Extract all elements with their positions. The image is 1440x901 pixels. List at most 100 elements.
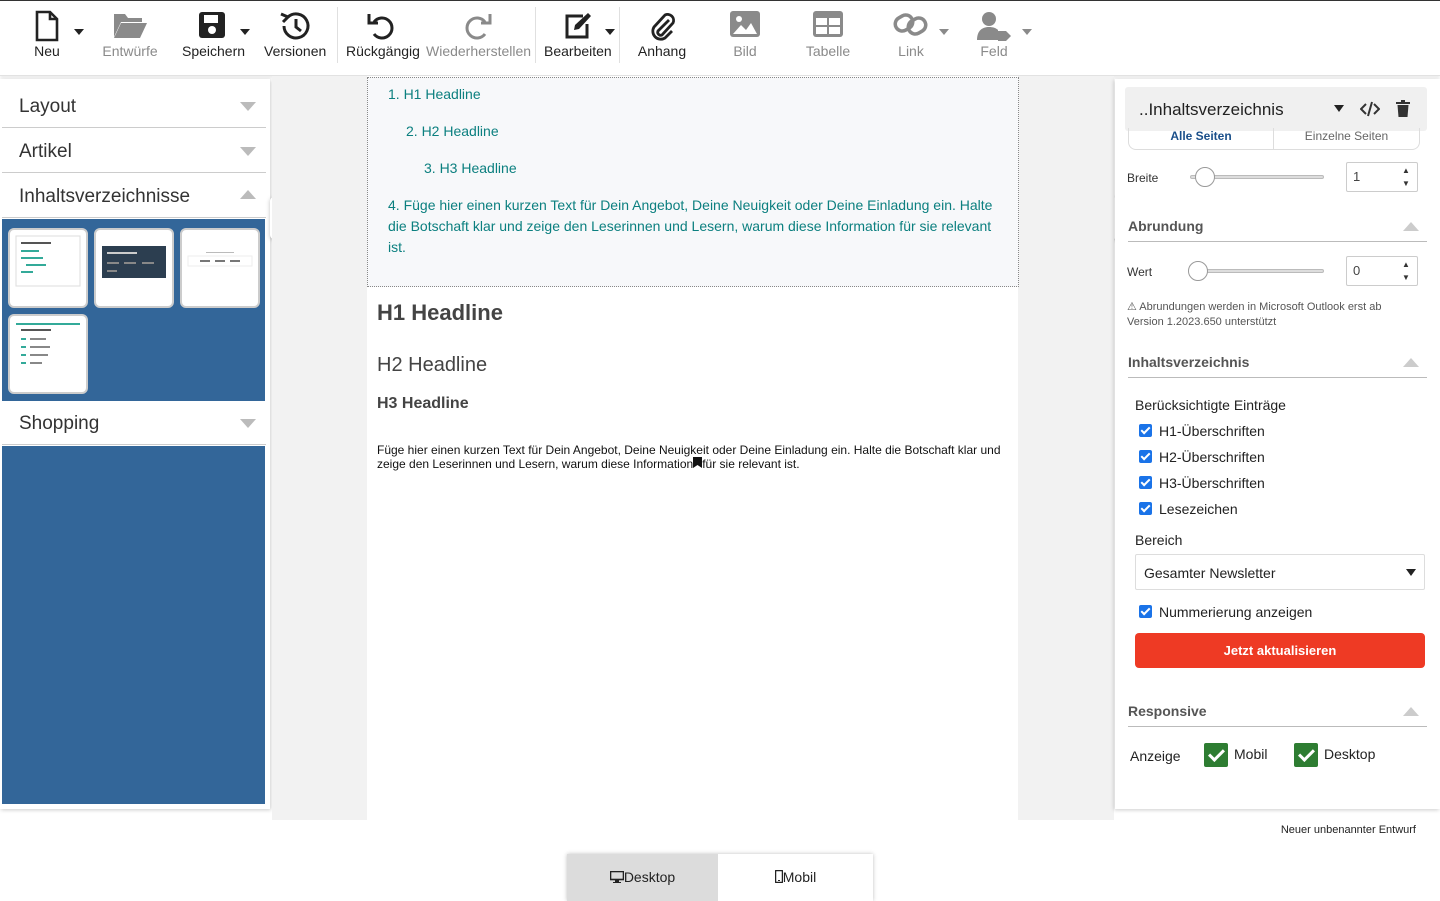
- chevron-down-icon[interactable]: [240, 29, 250, 35]
- template-gallery: [2, 219, 265, 401]
- folder-open-icon: [100, 7, 160, 43]
- chevron-up-icon: [1403, 707, 1419, 716]
- area-select[interactable]: Gesamter Newsletter: [1135, 554, 1425, 590]
- chevron-down-icon: [240, 147, 256, 156]
- paperclip-icon: [634, 7, 690, 43]
- user-tag-icon: [972, 7, 1016, 43]
- desktop-label: Desktop: [1324, 746, 1376, 762]
- checkbox-checked-icon[interactable]: [1139, 424, 1152, 437]
- edit-icon: [544, 7, 610, 43]
- section-responsive[interactable]: Responsive: [1128, 703, 1427, 727]
- new-button[interactable]: Neu: [22, 7, 84, 67]
- chevron-up-icon: [240, 190, 256, 199]
- chevron-down-icon[interactable]: [605, 29, 615, 35]
- chevron-down-icon: [1406, 569, 1416, 576]
- template-thumbnail[interactable]: [8, 228, 88, 308]
- save-icon: [182, 7, 242, 43]
- chevron-down-icon: [240, 419, 256, 428]
- attachment-button[interactable]: Anhang: [634, 7, 690, 67]
- body-paragraph[interactable]: Füge hier einen kurzen Text für Dein Ang…: [377, 443, 1007, 471]
- rounding-slider-track[interactable]: [1190, 269, 1324, 273]
- redo-button[interactable]: Wiederherstellen: [426, 7, 531, 67]
- update-button[interactable]: Jetzt aktualisieren: [1135, 633, 1425, 668]
- width-label: Breite: [1127, 171, 1159, 185]
- rounding-label: Wert: [1127, 265, 1153, 279]
- checkbox-checked-icon[interactable]: [1139, 450, 1152, 463]
- versions-button[interactable]: Versionen: [264, 7, 326, 67]
- template-thumbnail[interactable]: [94, 228, 174, 308]
- drafts-button[interactable]: Entwürfe: [100, 7, 160, 67]
- section-toc[interactable]: Inhaltsverzeichnis: [1128, 354, 1427, 378]
- section-layout[interactable]: Layout: [2, 84, 266, 128]
- mobile-phone-icon: [774, 869, 784, 885]
- save-button[interactable]: Speichern: [182, 7, 250, 67]
- chevron-down-icon[interactable]: [1022, 29, 1032, 35]
- tab-single-pages[interactable]: Einzelne Seiten: [1274, 128, 1420, 150]
- toc-entry[interactable]: 3. H3 Headline: [424, 158, 517, 179]
- checkbox-checked-icon[interactable]: [1139, 502, 1152, 515]
- tab-mobile[interactable]: Mobil: [718, 854, 873, 901]
- section-rounding[interactable]: Abrundung: [1128, 218, 1427, 242]
- width-slider-handle[interactable]: [1195, 167, 1215, 187]
- area-label: Bereich: [1135, 532, 1183, 548]
- checkbox-checked-icon[interactable]: [1139, 605, 1152, 618]
- block-title: ..Inhaltsverzeichnis: [1139, 100, 1284, 119]
- undo-button[interactable]: Rückgängig: [346, 7, 420, 67]
- chevron-down-icon[interactable]: [74, 29, 84, 35]
- block-header: ..Inhaltsverzeichnis: [1125, 87, 1427, 131]
- section-shopping[interactable]: Shopping: [2, 401, 266, 445]
- chevron-down-icon[interactable]: [939, 29, 949, 35]
- redo-icon: [426, 7, 530, 43]
- toc-entry[interactable]: 1. H1 Headline: [388, 84, 481, 105]
- display-label: Anzeige: [1130, 748, 1181, 764]
- chevron-up-icon: [1403, 222, 1419, 231]
- mobile-check-icon[interactable]: [1204, 743, 1228, 767]
- trash-icon[interactable]: [1396, 100, 1410, 122]
- undo-icon: [346, 7, 416, 43]
- headline-h1[interactable]: H1 Headline: [377, 300, 503, 326]
- decrement-icon[interactable]: ▼: [1398, 272, 1414, 284]
- toc-entry[interactable]: 4. Füge hier einen kurzen Text für Dein …: [388, 195, 1000, 258]
- tab-desktop[interactable]: Desktop: [567, 854, 718, 901]
- section-artikel[interactable]: Artikel: [2, 129, 266, 173]
- view-switch: Desktop Mobil: [567, 854, 873, 901]
- section-inhaltsverzeichnisse[interactable]: Inhaltsverzeichnisse: [2, 174, 266, 218]
- entries-label: Berücksichtigte Einträge: [1135, 397, 1286, 413]
- toolbar: Neu Entwürfe Speichern Versionen Rückgän…: [0, 0, 1440, 76]
- chevron-down-icon: [240, 102, 256, 111]
- increment-icon[interactable]: ▲: [1398, 259, 1414, 271]
- image-icon: [720, 7, 770, 43]
- decrement-icon[interactable]: ▼: [1398, 178, 1414, 190]
- left-panel: Layout Artikel Inhaltsverzeichnisse Shop…: [0, 79, 270, 809]
- table-icon: [800, 7, 856, 43]
- link-button[interactable]: Link: [888, 7, 949, 67]
- template-thumbnail[interactable]: [180, 228, 260, 308]
- block-select-caret-icon[interactable]: [1334, 105, 1344, 112]
- code-icon[interactable]: [1359, 100, 1381, 123]
- checkbox-checked-icon[interactable]: [1139, 476, 1152, 489]
- table-button[interactable]: Tabelle: [800, 7, 856, 67]
- shopping-gallery: [2, 446, 265, 804]
- bookmark-icon: [693, 457, 703, 471]
- desktop-check-icon[interactable]: [1294, 743, 1318, 767]
- rounding-warning: ⚠ Abrundungen werden in Microsoft Outloo…: [1127, 301, 1382, 328]
- rounding-input[interactable]: 0 ▲ ▼: [1346, 256, 1418, 286]
- field-button[interactable]: Feld: [972, 7, 1032, 67]
- image-button[interactable]: Bild: [720, 7, 770, 67]
- headline-h2[interactable]: H2 Headline: [377, 354, 487, 377]
- tab-all-pages[interactable]: Alle Seiten: [1128, 128, 1274, 150]
- history-icon: [264, 7, 326, 43]
- rounding-slider-handle[interactable]: [1188, 261, 1208, 281]
- template-thumbnail[interactable]: [8, 314, 88, 394]
- width-input[interactable]: 1 ▲ ▼: [1346, 162, 1418, 192]
- mobile-label: Mobil: [1234, 746, 1268, 762]
- new-document-icon: [22, 7, 72, 43]
- monitor-icon: [609, 869, 625, 885]
- toc-entry[interactable]: 2. H2 Headline: [406, 121, 499, 142]
- increment-icon[interactable]: ▲: [1398, 165, 1414, 177]
- headline-h3[interactable]: H3 Headline: [377, 395, 469, 413]
- chevron-up-icon: [1403, 358, 1419, 367]
- link-icon: [888, 7, 934, 43]
- edit-button[interactable]: Bearbeiten: [544, 7, 615, 67]
- draft-status: Neuer unbenannter Entwurf: [1280, 824, 1416, 836]
